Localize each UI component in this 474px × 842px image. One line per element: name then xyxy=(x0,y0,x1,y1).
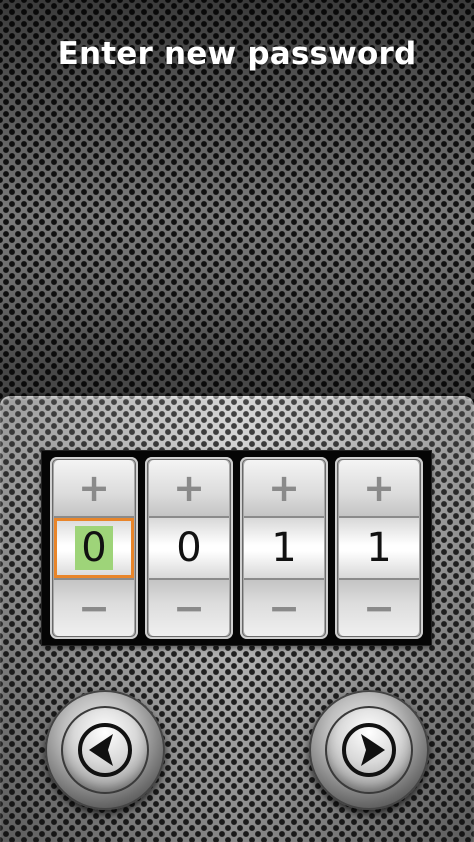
increment-button-4[interactable]: + xyxy=(339,460,419,516)
digit-wheel-1: + 0 − xyxy=(50,457,138,639)
digit-wheel-4: + 1 − xyxy=(335,457,423,639)
digit-display-2[interactable]: 0 xyxy=(149,518,229,578)
arrow-left-icon xyxy=(78,723,132,777)
arrow-right-icon xyxy=(342,723,396,777)
digit-display-3[interactable]: 1 xyxy=(244,518,324,578)
decrement-button-2[interactable]: − xyxy=(149,580,229,636)
digit-value-1: 0 xyxy=(75,526,113,570)
decrement-button-4[interactable]: − xyxy=(339,580,419,636)
digit-value-3: 1 xyxy=(271,525,297,571)
decrement-button-1[interactable]: − xyxy=(54,580,134,636)
digit-wheel-3: + 1 − xyxy=(240,457,328,639)
digit-value-2: 0 xyxy=(176,525,202,571)
digit-value-4: 1 xyxy=(366,525,392,571)
increment-button-1[interactable]: + xyxy=(54,460,134,516)
digit-display-4[interactable]: 1 xyxy=(339,518,419,578)
page-title: Enter new password xyxy=(57,36,417,72)
digit-wheel-2: + 0 − xyxy=(145,457,233,639)
increment-button-2[interactable]: + xyxy=(149,460,229,516)
increment-button-3[interactable]: + xyxy=(244,460,324,516)
next-button[interactable] xyxy=(309,690,429,810)
back-button[interactable] xyxy=(45,690,165,810)
decrement-button-3[interactable]: − xyxy=(244,580,324,636)
digit-display-1[interactable]: 0 xyxy=(54,518,134,578)
